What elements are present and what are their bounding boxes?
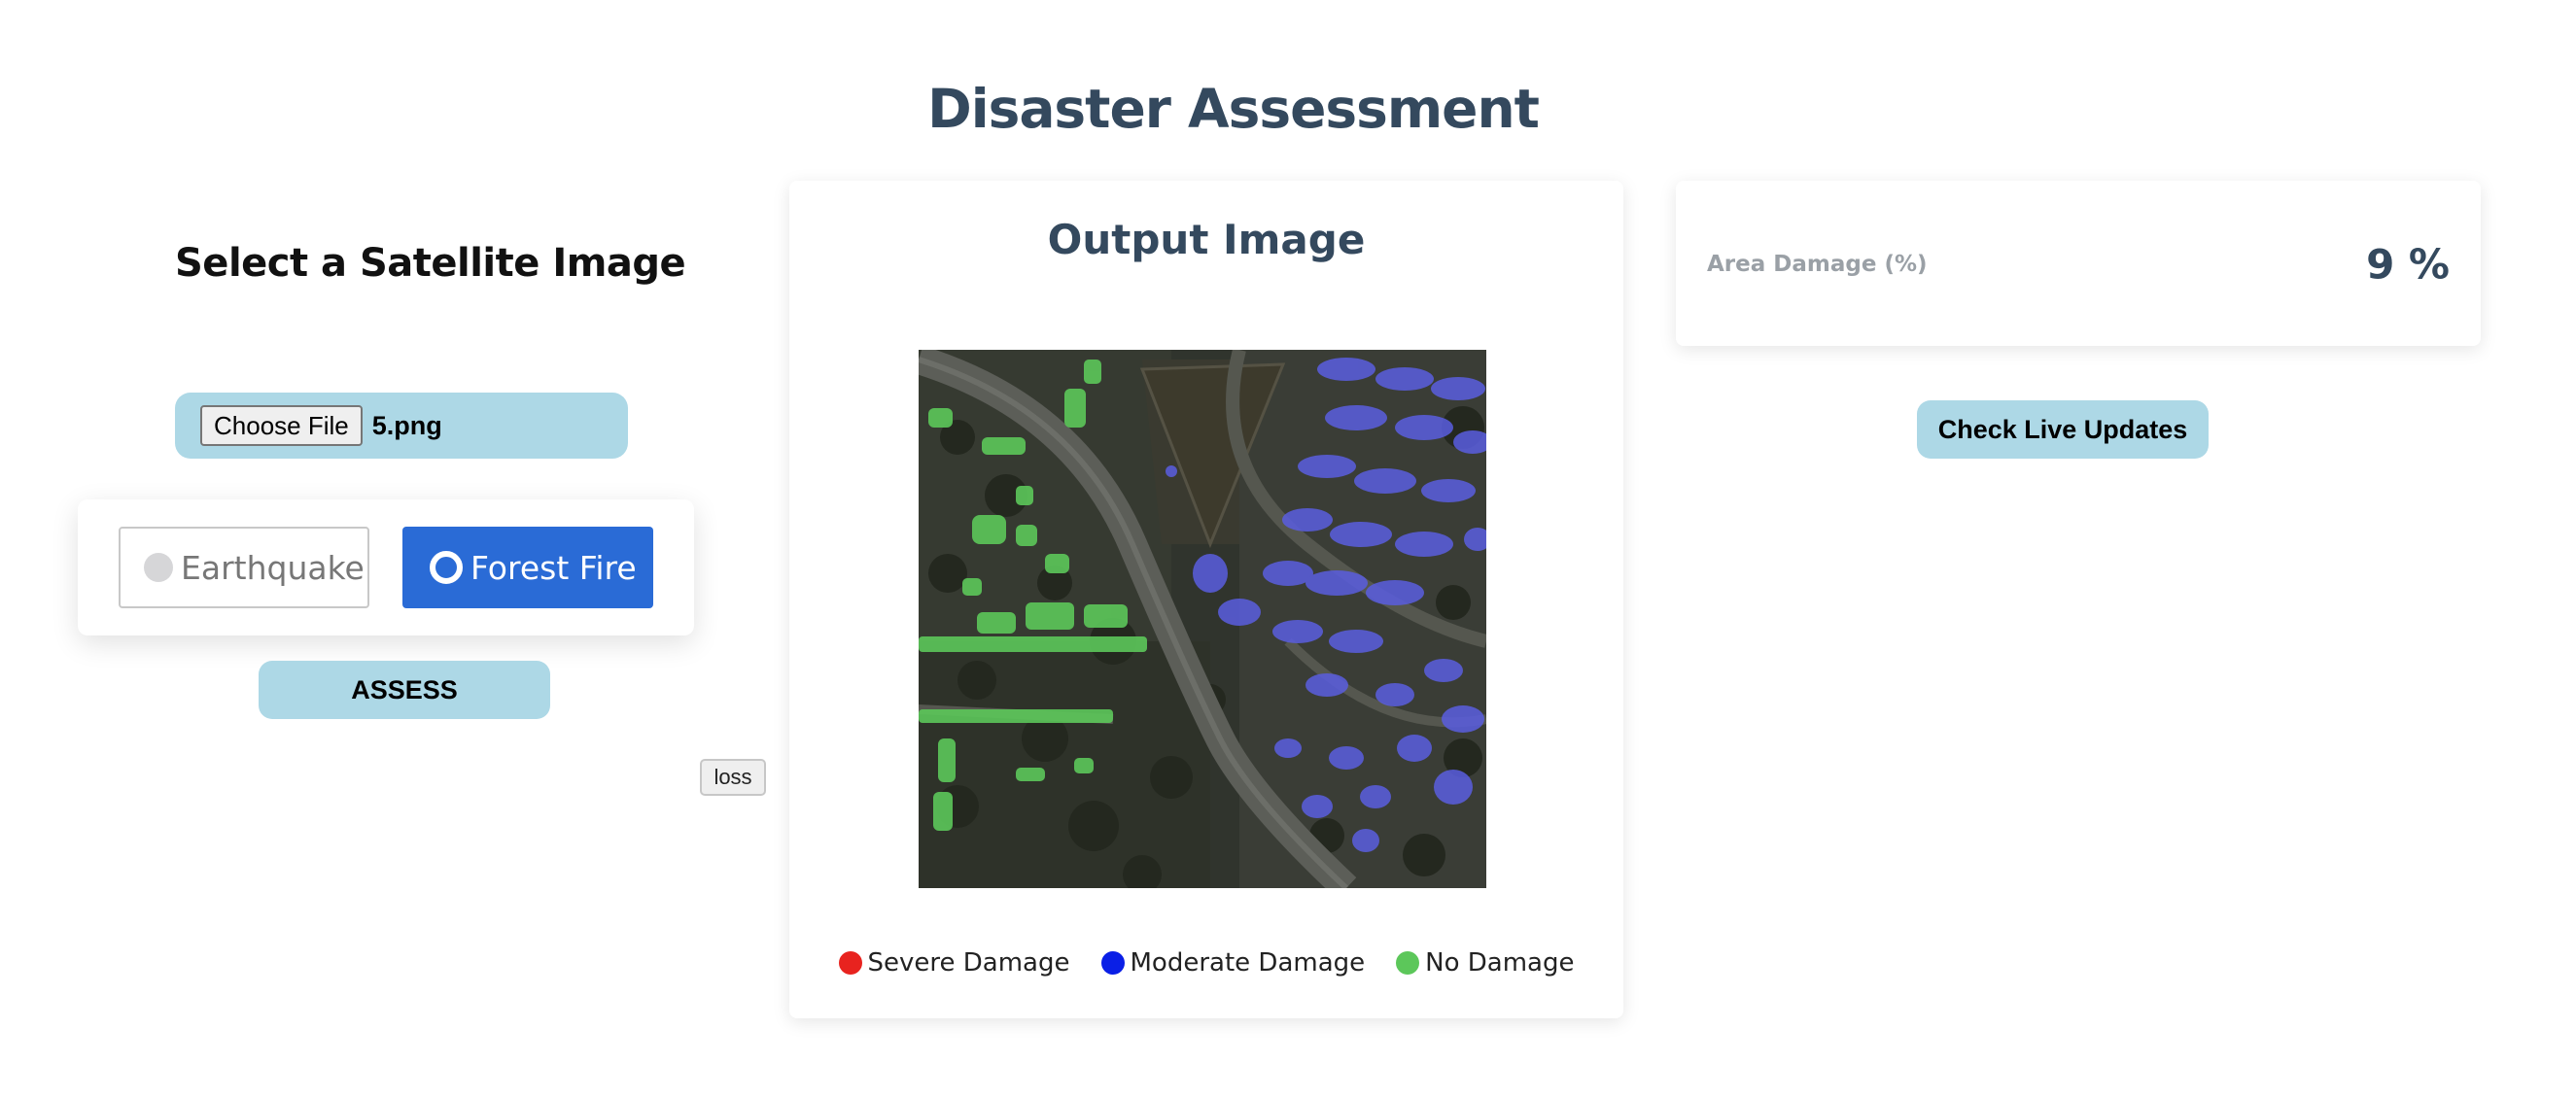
selected-file-name: 5.png [371,410,442,440]
file-upload-box: Choose File 5.png [175,393,628,459]
area-damage-card: Area Damage (%) 9 % [1676,181,2481,346]
legend-label-moderate: Moderate Damage [1130,948,1366,978]
area-damage-label: Area Damage (%) [1707,252,1928,277]
moderate-damage-dot-icon [1100,951,1125,975]
no-damage-dot-icon [1396,951,1420,975]
earthquake-label: Earthquake [181,548,365,587]
output-satellite-image [919,350,1486,888]
earthquake-option[interactable]: Earthquake [119,527,369,608]
legend-item-moderate: Moderate Damage [1100,948,1366,978]
output-title: Output Image [1047,216,1366,263]
radio-unchecked-icon [144,553,173,582]
severe-damage-dot-icon [838,951,862,975]
page-title: Disaster Assessment [927,78,1540,140]
assess-button[interactable]: ASSESS [259,661,550,719]
satellite-image-graphic [919,350,1486,888]
radio-checked-icon [430,551,463,584]
output-card: Output Image Severe Damage Moderate Dama… [789,181,1623,1018]
legend-item-severe: Severe Damage [838,948,1070,978]
choose-file-button[interactable]: Choose File [200,405,363,446]
loss-button[interactable]: loss [700,759,766,796]
area-damage-value: 9 % [2366,240,2450,289]
page: Disaster Assessment Select a Satellite I… [0,0,2576,1098]
check-live-updates-button[interactable]: Check Live Updates [1917,400,2209,459]
disaster-type-selector: Earthquake Forest Fire [78,499,694,635]
forest-fire-label: Forest Fire [470,548,637,587]
select-image-heading: Select a Satellite Image [175,241,686,286]
legend-label-none: No Damage [1425,948,1575,978]
legend-label-severe: Severe Damage [867,948,1070,978]
damage-legend: Severe Damage Moderate Damage No Damage [789,948,1623,978]
legend-item-none: No Damage [1396,948,1574,978]
forest-fire-option[interactable]: Forest Fire [402,527,653,608]
